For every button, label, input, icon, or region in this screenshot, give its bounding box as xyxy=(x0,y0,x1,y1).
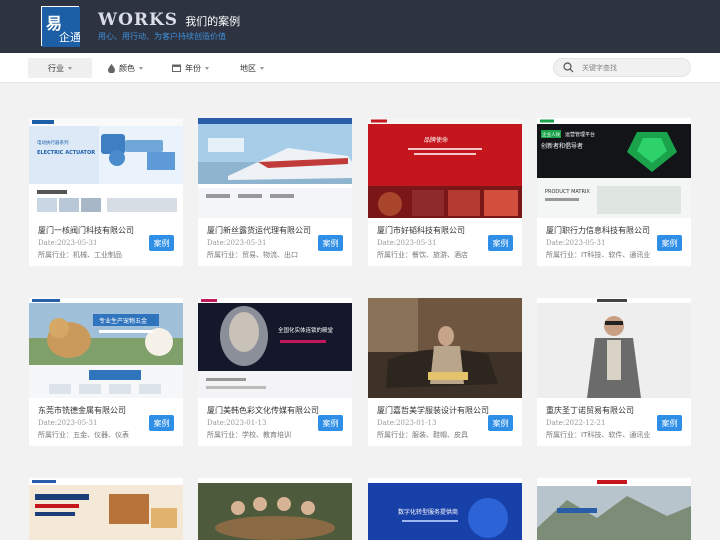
case-title[interactable]: 厦门职行力信息科技有限公司 xyxy=(546,225,650,236)
works-wordmark: WORKS xyxy=(98,10,179,30)
case-badge-button[interactable]: 案例 xyxy=(657,415,682,431)
svg-text:企通: 企通 xyxy=(59,30,80,44)
case-date: Date:2022-12-21 xyxy=(546,419,606,427)
case-industry: 所属行业：餐饮、旅游、酒店 xyxy=(377,251,468,259)
case-card[interactable]: 品牌使命 厦门市好韬科技有限公司 Date:2023-05-31 所属行业：餐饮… xyxy=(368,118,522,266)
drop-icon xyxy=(108,63,115,73)
case-title[interactable]: 东莞市铣德金属有限公司 xyxy=(38,405,126,416)
filter-year-label: 年份 xyxy=(185,63,201,73)
chevron-down-icon xyxy=(260,66,264,70)
site-header: 易 企通 WORKS 我们的案例 用心、用行动、为客户持续创造价值 xyxy=(0,0,720,53)
case-title[interactable]: 厦门新丝露货运代理有限公司 xyxy=(207,225,311,236)
thumb-slogan: PRODUCT MATRIX xyxy=(545,189,590,195)
case-industry: 所属行业：五金、仪器、仪表 xyxy=(38,431,129,439)
svg-text:电动执行器系列: 电动执行器系列 xyxy=(37,139,69,146)
filter-year[interactable]: 年份 xyxy=(164,58,217,78)
case-thumbnail[interactable]: 专业生产宠物五金 xyxy=(29,298,183,398)
case-date: Date:2023-05-31 xyxy=(546,239,606,247)
case-thumbnail[interactable]: 全国化实体连锁的殿堂 xyxy=(198,298,352,398)
filter-region-label: 地区 xyxy=(240,63,256,73)
case-thumbnail[interactable] xyxy=(198,118,352,218)
logo[interactable]: 易 企通 xyxy=(41,6,80,47)
case-thumbnail[interactable] xyxy=(537,298,691,398)
case-title[interactable]: 厦门美韩色彩文化传媒有限公司 xyxy=(207,405,319,416)
brand-heading: WORKS 我们的案例 xyxy=(98,10,240,30)
chevron-down-icon xyxy=(139,66,143,70)
search-input[interactable] xyxy=(582,62,682,74)
case-thumbnail[interactable] xyxy=(368,298,522,398)
thumb-tag: ELECTRIC ACTUATOR xyxy=(37,150,95,156)
case-date: Date:2023-01-13 xyxy=(377,419,437,427)
case-thumbnail[interactable] xyxy=(537,478,691,540)
search-box[interactable] xyxy=(553,58,691,77)
case-card[interactable]: 专业生产宠物五金 东莞市铣德金属有限公司 Date:2023-05-31 所属行… xyxy=(29,298,183,446)
case-industry: 所属行业：贸易、物流、出口 xyxy=(207,251,298,259)
case-date: Date:2023-05-31 xyxy=(207,239,267,247)
calendar-icon xyxy=(172,64,181,72)
case-badge-button[interactable]: 案例 xyxy=(657,235,682,251)
case-card[interactable]: 厦门嘉哲美学服装设计有限公司 Date:2023-01-13 所属行业：服装、鞋… xyxy=(368,298,522,446)
thumb-slogan: 全国化实体连锁的殿堂 xyxy=(278,326,334,334)
case-card[interactable]: 重庆圣丁诺贸易有限公司 Date:2022-12-21 所属行业：IT科技、软件… xyxy=(537,298,691,446)
case-badge-button[interactable]: 案例 xyxy=(488,415,513,431)
case-industry: 所属行业：机械、工业制品 xyxy=(38,251,122,259)
case-industry: 所属行业：学校、教育培训 xyxy=(207,431,291,439)
search-icon xyxy=(563,62,574,73)
chevron-down-icon xyxy=(205,66,209,70)
case-card[interactable] xyxy=(198,478,352,540)
page-title: 我们的案例 xyxy=(185,15,241,28)
case-card[interactable]: 厦门新丝露货运代理有限公司 Date:2023-05-31 所属行业：贸易、物流… xyxy=(198,118,352,266)
case-card[interactable] xyxy=(537,478,691,540)
case-industry: 所属行业：服装、鞋帽、皮具 xyxy=(377,431,468,439)
case-title[interactable]: 厦门一核阀门科技有限公司 xyxy=(38,225,134,236)
case-thumbnail[interactable]: 企业人效 运营管理平台 创新者和倡导者 PRODUCT MATRIX xyxy=(537,118,691,218)
case-thumbnail[interactable]: 数字化转型服务提供商 xyxy=(368,478,522,540)
thumb-slogan: 品牌使命 xyxy=(424,136,448,144)
case-badge-button[interactable]: 案例 xyxy=(488,235,513,251)
case-card[interactable] xyxy=(29,478,183,540)
case-thumbnail[interactable] xyxy=(29,478,183,540)
case-card[interactable]: 全国化实体连锁的殿堂 厦门美韩色彩文化传媒有限公司 Date:2023-01-1… xyxy=(198,298,352,446)
case-title[interactable]: 厦门嘉哲美学服装设计有限公司 xyxy=(377,405,489,416)
case-badge-button[interactable]: 案例 xyxy=(318,235,343,251)
tagline: 用心、用行动、为客户持续创造价值 xyxy=(98,32,226,41)
filter-color-label: 颜色 xyxy=(119,63,135,73)
case-thumbnail[interactable] xyxy=(198,478,352,540)
filter-color[interactable]: 颜色 xyxy=(100,58,151,78)
case-card[interactable]: 企业人效 运营管理平台 创新者和倡导者 PRODUCT MATRIX 厦门职行力… xyxy=(537,118,691,266)
case-title[interactable]: 厦门市好韬科技有限公司 xyxy=(377,225,465,236)
case-card[interactable]: 电动执行器系列 ELECTRIC ACTUATOR 厦门一核阀门科技有限公司 D… xyxy=(29,118,183,266)
thumb-slogan: 创新者和倡导者 xyxy=(541,142,583,150)
case-badge-button[interactable]: 案例 xyxy=(149,415,174,431)
case-card[interactable]: 数字化转型服务提供商 xyxy=(368,478,522,540)
case-industry: 所属行业：IT科技、软件、通讯业 xyxy=(546,251,651,259)
thumb-slogan: 运营管理平台 xyxy=(565,131,595,138)
filter-industry[interactable]: 行业 xyxy=(28,58,92,78)
thumb-slogan: 企业人效 xyxy=(542,131,560,138)
case-industry: 所属行业：IT科技、软件、通讯业 xyxy=(546,431,651,439)
filter-region[interactable]: 地区 xyxy=(232,58,272,78)
case-badge-button[interactable]: 案例 xyxy=(149,235,174,251)
case-date: Date:2023-01-13 xyxy=(207,419,267,427)
case-thumbnail[interactable]: 电动执行器系列 ELECTRIC ACTUATOR xyxy=(29,118,183,218)
chevron-down-icon xyxy=(68,66,72,70)
thumb-slogan: 专业生产宠物五金 xyxy=(99,317,147,325)
case-date: Date:2023-05-31 xyxy=(377,239,437,247)
thumb-slogan: 数字化转型服务提供商 xyxy=(398,508,458,516)
case-title[interactable]: 重庆圣丁诺贸易有限公司 xyxy=(546,405,634,416)
case-date: Date:2023-05-31 xyxy=(38,239,98,247)
filter-industry-label: 行业 xyxy=(48,63,64,73)
case-date: Date:2023-05-31 xyxy=(38,419,98,427)
case-badge-button[interactable]: 案例 xyxy=(318,415,343,431)
case-thumbnail[interactable]: 品牌使命 xyxy=(368,118,522,218)
